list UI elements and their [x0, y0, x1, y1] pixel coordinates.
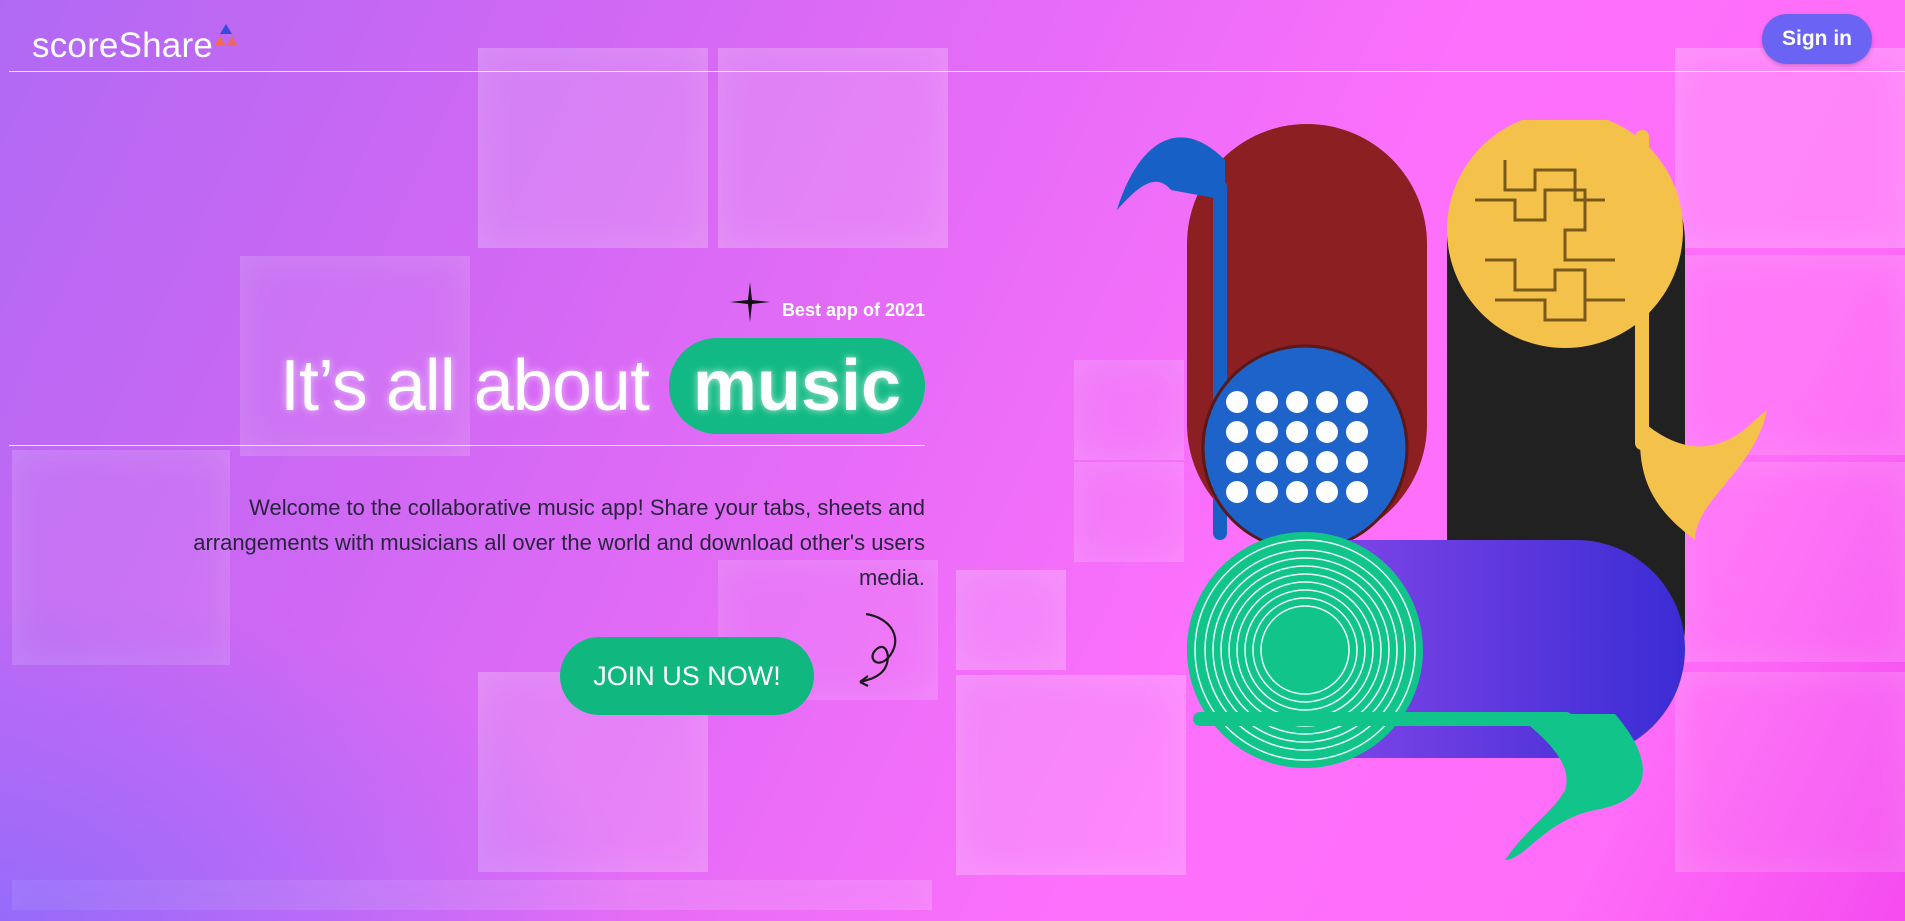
- award-badge-text: Best app of 2021: [781, 300, 925, 320]
- sign-in-button[interactable]: Sign in: [1762, 14, 1872, 64]
- hero-divider: [9, 445, 925, 446]
- music-illustration: [1117, 120, 1767, 860]
- intro-paragraph: Welcome to the collaborative music app! …: [193, 495, 925, 590]
- logo-text[interactable]: scoreShare: [32, 26, 213, 66]
- curly-arrow-icon: [859, 612, 897, 687]
- hero-headline: It’s all about music: [280, 336, 925, 436]
- top-bar: scoreShare Sign in: [0, 0, 1905, 72]
- headline-highlight-pill: music: [668, 338, 925, 434]
- headline-prefix: It’s all about: [279, 346, 650, 426]
- join-us-button[interactable]: JOIN US NOW!: [560, 637, 814, 715]
- sparkle-star-icon: [730, 282, 770, 322]
- logo-triangles-icon: [214, 24, 238, 46]
